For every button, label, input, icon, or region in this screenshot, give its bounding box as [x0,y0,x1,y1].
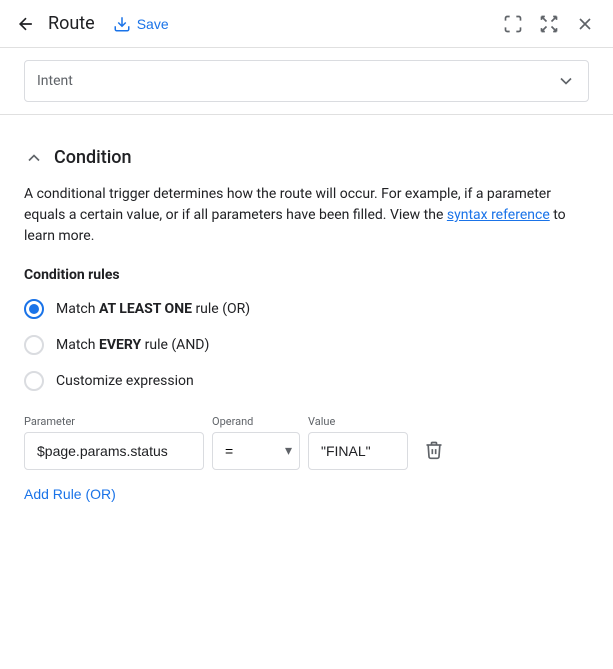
intent-dropdown[interactable]: Intent [24,60,589,102]
radio-option-customize[interactable]: Customize expression [24,371,589,391]
value-input[interactable] [308,432,408,470]
rule-row: Parameter Operand = != < > ▾ Value [24,415,589,470]
condition-title: Condition [54,147,132,168]
back-button[interactable] [12,10,40,38]
intent-label: Intent [37,73,73,89]
value-field-group: Value [308,415,408,470]
radio-text-customize: Customize expression [56,373,194,389]
value-label: Value [308,415,408,428]
operand-select-wrapper: = != < > ▾ [212,432,300,470]
radio-group: Match AT LEAST ONE rule (OR) Match EVERY… [24,299,589,391]
collapse-arrows-button[interactable] [533,8,565,40]
intent-section: Intent [0,48,613,115]
save-button[interactable]: Save [103,9,179,39]
header-icons [497,8,601,40]
radio-text-at-least-one: Match AT LEAST ONE rule (OR) [56,301,250,317]
header-left: Route Save [12,9,497,39]
radio-circle-at-least-one [24,299,44,319]
save-label: Save [137,16,169,32]
parameter-field-group: Parameter [24,415,204,470]
page-title: Route [48,13,95,34]
radio-circle-customize [24,371,44,391]
section-header: Condition [24,147,589,168]
spacer [0,115,613,147]
condition-description: A conditional trigger determines how the… [24,184,589,247]
radio-circle-every [24,335,44,355]
intent-chevron-icon [556,71,576,91]
operand-label: Operand [212,415,300,428]
radio-text-every: Match EVERY rule (AND) [56,337,209,353]
add-rule-button[interactable]: Add Rule (OR) [24,478,116,510]
radio-option-every[interactable]: Match EVERY rule (AND) [24,335,589,355]
collapse-icon[interactable] [24,148,44,168]
delete-rule-button[interactable] [416,432,452,468]
expand-button[interactable] [497,8,529,40]
header: Route Save [0,0,613,48]
syntax-reference-link[interactable]: syntax reference [447,207,550,223]
operand-select[interactable]: = != < > [212,432,300,470]
parameter-label: Parameter [24,415,204,428]
operand-field-group: Operand = != < > ▾ [212,415,300,470]
trash-icon [424,440,444,460]
parameter-input[interactable] [24,432,204,470]
condition-rules-label: Condition rules [24,267,589,283]
radio-option-at-least-one[interactable]: Match AT LEAST ONE rule (OR) [24,299,589,319]
close-button[interactable] [569,8,601,40]
condition-section: Condition A conditional trigger determin… [0,147,613,510]
